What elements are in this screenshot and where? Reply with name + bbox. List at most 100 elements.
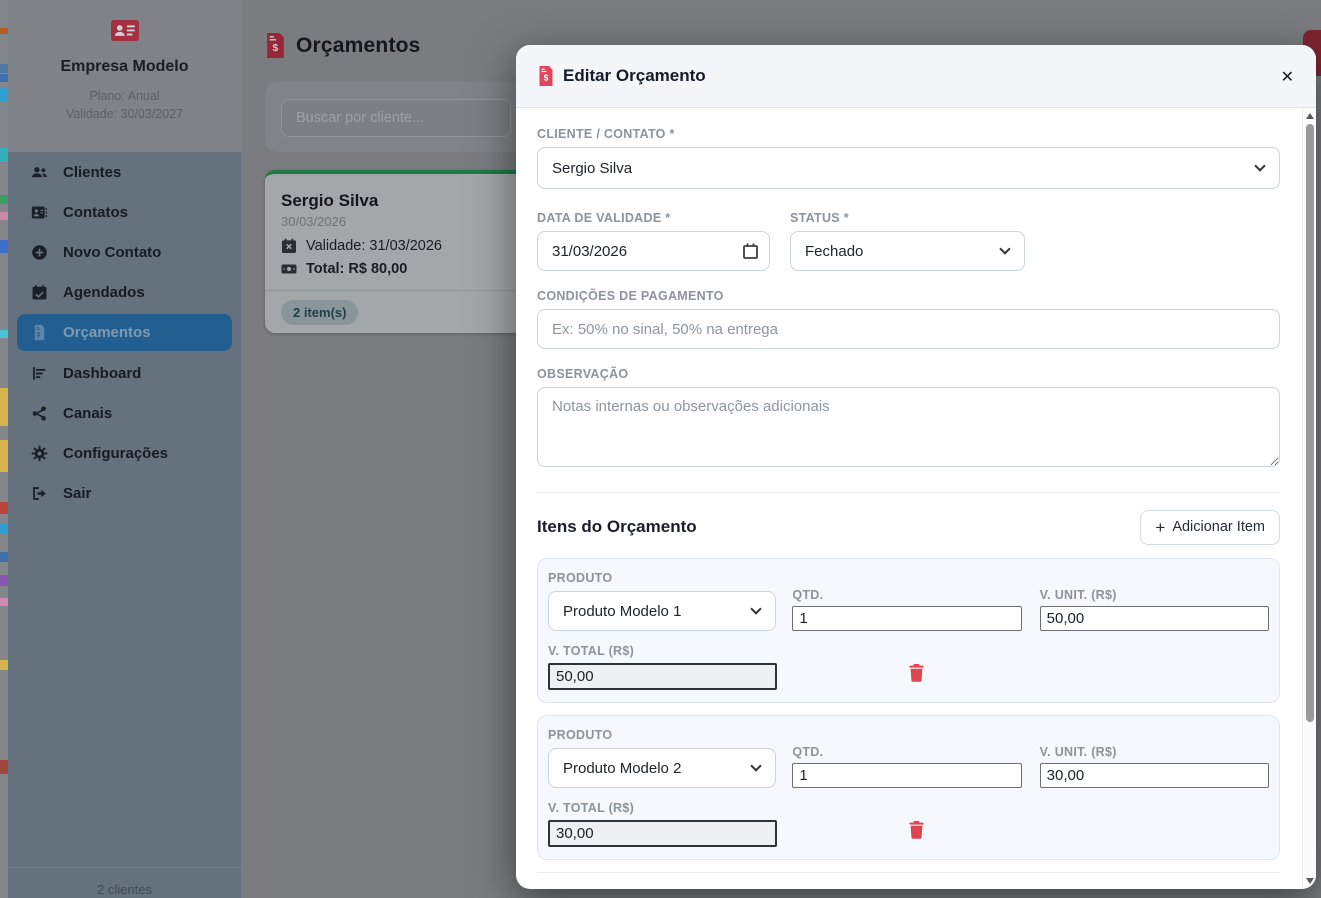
status-select[interactable]: Fechado — [790, 231, 1025, 271]
vtotal-label: V. TOTAL (R$) — [548, 644, 635, 658]
trash-icon — [909, 664, 924, 682]
gear-icon — [31, 445, 48, 461]
qtd-input[interactable] — [792, 763, 1022, 788]
sidebar-item-novo-contato[interactable]: Novo Contato — [17, 232, 232, 272]
chevron-down-icon — [1254, 160, 1266, 172]
logout-icon — [33, 486, 46, 500]
scroll-down-icon[interactable] — [1306, 878, 1314, 884]
clients-count: 2 clientes — [97, 882, 152, 897]
condicoes-field: CONDIÇÕES DE PAGAMENTO — [537, 289, 1280, 349]
status-select-value: Fechado — [805, 242, 864, 260]
produto-select-value: Produto Modelo 2 — [563, 759, 682, 777]
share-icon — [32, 405, 46, 421]
chevron-down-icon — [750, 760, 762, 772]
sidebar-item-clientes[interactable]: Clientes — [17, 152, 232, 192]
status-field: STATUS * Fechado — [790, 211, 1025, 271]
card-total-row: Total: R$ 80,00 — [281, 261, 407, 277]
chevron-down-icon — [999, 243, 1011, 255]
cliente-label: CLIENTE / CONTATO * — [537, 127, 675, 141]
modal-body: CLIENTE / CONTATO * Sergio Silva DATA DE… — [516, 108, 1302, 889]
vtotal-input[interactable] — [548, 820, 777, 847]
scrollbar-thumb[interactable] — [1306, 124, 1314, 722]
sidebar-item-label: Orçamentos — [63, 324, 151, 341]
users-icon — [32, 166, 47, 177]
sidebar-footer-divider — [8, 867, 241, 868]
svg-text:$: $ — [36, 331, 40, 338]
app-window: Empresa Modelo Plano: Anual Validade: 30… — [0, 0, 1321, 898]
sidebar-item-configuracoes[interactable]: Configurações — [17, 433, 232, 473]
sidebar-item-agendados[interactable]: Agendados — [17, 272, 232, 312]
sidebar: Empresa Modelo Plano: Anual Validade: 30… — [8, 0, 241, 898]
observacao-field: OBSERVAÇÃO — [537, 367, 1280, 472]
trash-icon — [909, 821, 924, 839]
item-count-badge: 2 item(s) — [281, 300, 359, 325]
sidebar-nav: Clientes Contatos Novo Contato Agendados… — [8, 152, 241, 513]
section-divider — [537, 492, 1280, 493]
plus-icon: + — [1155, 517, 1166, 537]
contact-card-icon — [31, 206, 47, 218]
vtotal-label: V. TOTAL (R$) — [548, 801, 635, 815]
sidebar-item-sair[interactable]: Sair — [17, 473, 232, 513]
cliente-select-value: Sergio Silva — [552, 159, 633, 177]
vtotal-input[interactable] — [548, 663, 777, 690]
money-icon — [281, 264, 297, 274]
validade-field: DATA DE VALIDADE * — [537, 211, 770, 271]
modal-title: Editar Orçamento — [563, 66, 706, 85]
sidebar-item-label: Configurações — [63, 444, 169, 462]
id-card-icon — [110, 20, 139, 41]
invoice-icon: $ — [34, 324, 45, 341]
produto-label: PRODUTO — [548, 571, 613, 585]
sidebar-item-orcamentos[interactable]: $ Orçamentos — [17, 314, 232, 351]
sidebar-item-contatos[interactable]: Contatos — [17, 192, 232, 232]
vunit-label: V. UNIT. (R$) — [1039, 588, 1117, 602]
card-total: Total: R$ 80,00 — [306, 261, 408, 277]
svg-text:$: $ — [272, 43, 278, 54]
condicoes-input[interactable] — [537, 309, 1280, 349]
footer-divider — [537, 872, 1280, 873]
vunit-input[interactable] — [1039, 763, 1269, 788]
budget-item-row: PRODUTO Produto Modelo 1 QTD. V. UNIT. (… — [537, 558, 1280, 703]
produto-select[interactable]: Produto Modelo 1 — [548, 591, 777, 631]
plan-info: Plano: Anual Validade: 30/03/2027 — [8, 87, 241, 123]
card-divider — [265, 290, 555, 291]
search-input[interactable] — [281, 99, 511, 137]
produto-label: PRODUTO — [548, 728, 613, 742]
qtd-input[interactable] — [792, 606, 1022, 631]
qtd-label: QTD. — [792, 588, 824, 602]
sidebar-item-label: Dashboard — [63, 364, 142, 382]
validade-date-input[interactable] — [537, 231, 770, 271]
card-validity: Validade: 31/03/2026 — [306, 238, 442, 254]
card-date: 30/03/2026 — [281, 214, 347, 229]
sidebar-company-panel: Empresa Modelo Plano: Anual Validade: 30… — [8, 0, 241, 152]
plan-label: Plano: Anual — [89, 89, 160, 103]
plus-circle-icon — [32, 244, 47, 260]
sidebar-item-label: Sair — [63, 484, 92, 502]
budget-card[interactable]: Sergio Silva 30/03/2026 Validade: 31/03/… — [265, 170, 555, 333]
vunit-input[interactable] — [1039, 606, 1269, 631]
produto-select-value: Produto Modelo 1 — [563, 602, 682, 620]
delete-item-button[interactable] — [909, 821, 924, 842]
items-heading: Itens do Orçamento — [537, 517, 697, 536]
date-status-row: DATA DE VALIDADE * STATUS * Fechado — [537, 211, 1280, 271]
card-validity-row: Validade: 31/03/2026 — [281, 238, 442, 254]
sidebar-item-label: Clientes — [63, 163, 122, 181]
observacao-textarea[interactable] — [537, 387, 1280, 467]
svg-text:$: $ — [544, 73, 549, 83]
qtd-label: QTD. — [792, 745, 824, 759]
delete-item-button[interactable] — [909, 664, 924, 685]
close-icon[interactable]: ✕ — [1281, 67, 1294, 86]
scroll-up-icon[interactable] — [1306, 113, 1314, 119]
modal-header: $ Editar Orçamento ✕ — [516, 45, 1316, 108]
add-item-button[interactable]: + Adicionar Item — [1140, 509, 1280, 545]
modal-scrollbar[interactable] — [1302, 108, 1316, 889]
chevron-down-icon — [750, 603, 762, 615]
sidebar-item-dashboard[interactable]: Dashboard — [17, 353, 232, 393]
date-picker-icon[interactable] — [743, 243, 758, 259]
produto-select[interactable]: Produto Modelo 2 — [548, 748, 777, 788]
window-edge-strip — [0, 0, 8, 898]
cliente-select[interactable]: Sergio Silva — [537, 147, 1280, 189]
status-label: STATUS * — [790, 211, 849, 225]
sidebar-item-canais[interactable]: Canais — [17, 393, 232, 433]
observacao-label: OBSERVAÇÃO — [537, 367, 629, 381]
validade-label: DATA DE VALIDADE * — [537, 211, 671, 225]
